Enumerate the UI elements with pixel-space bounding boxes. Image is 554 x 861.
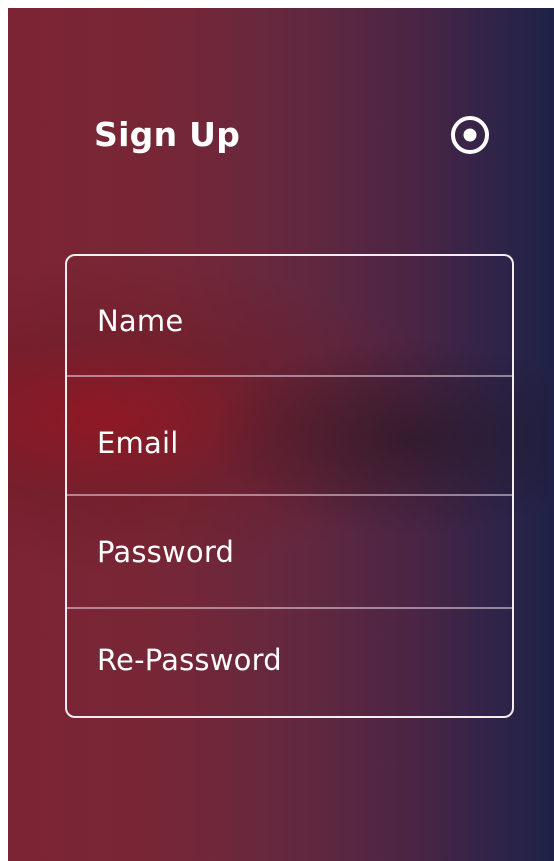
header: Sign Up — [8, 8, 554, 228]
password-field[interactable]: Password — [67, 496, 512, 608]
page-title: Sign Up — [94, 115, 241, 154]
radio-target-icon — [451, 116, 489, 154]
target-button[interactable] — [447, 112, 493, 158]
email-field[interactable]: Email — [67, 377, 512, 495]
signup-screen: Sign Up Name Email Password Re-Password — [8, 8, 554, 861]
re-password-field[interactable]: Re-Password — [67, 609, 512, 718]
signup-form: Name Email Password Re-Password — [65, 254, 514, 718]
name-field[interactable]: Name — [67, 256, 512, 376]
